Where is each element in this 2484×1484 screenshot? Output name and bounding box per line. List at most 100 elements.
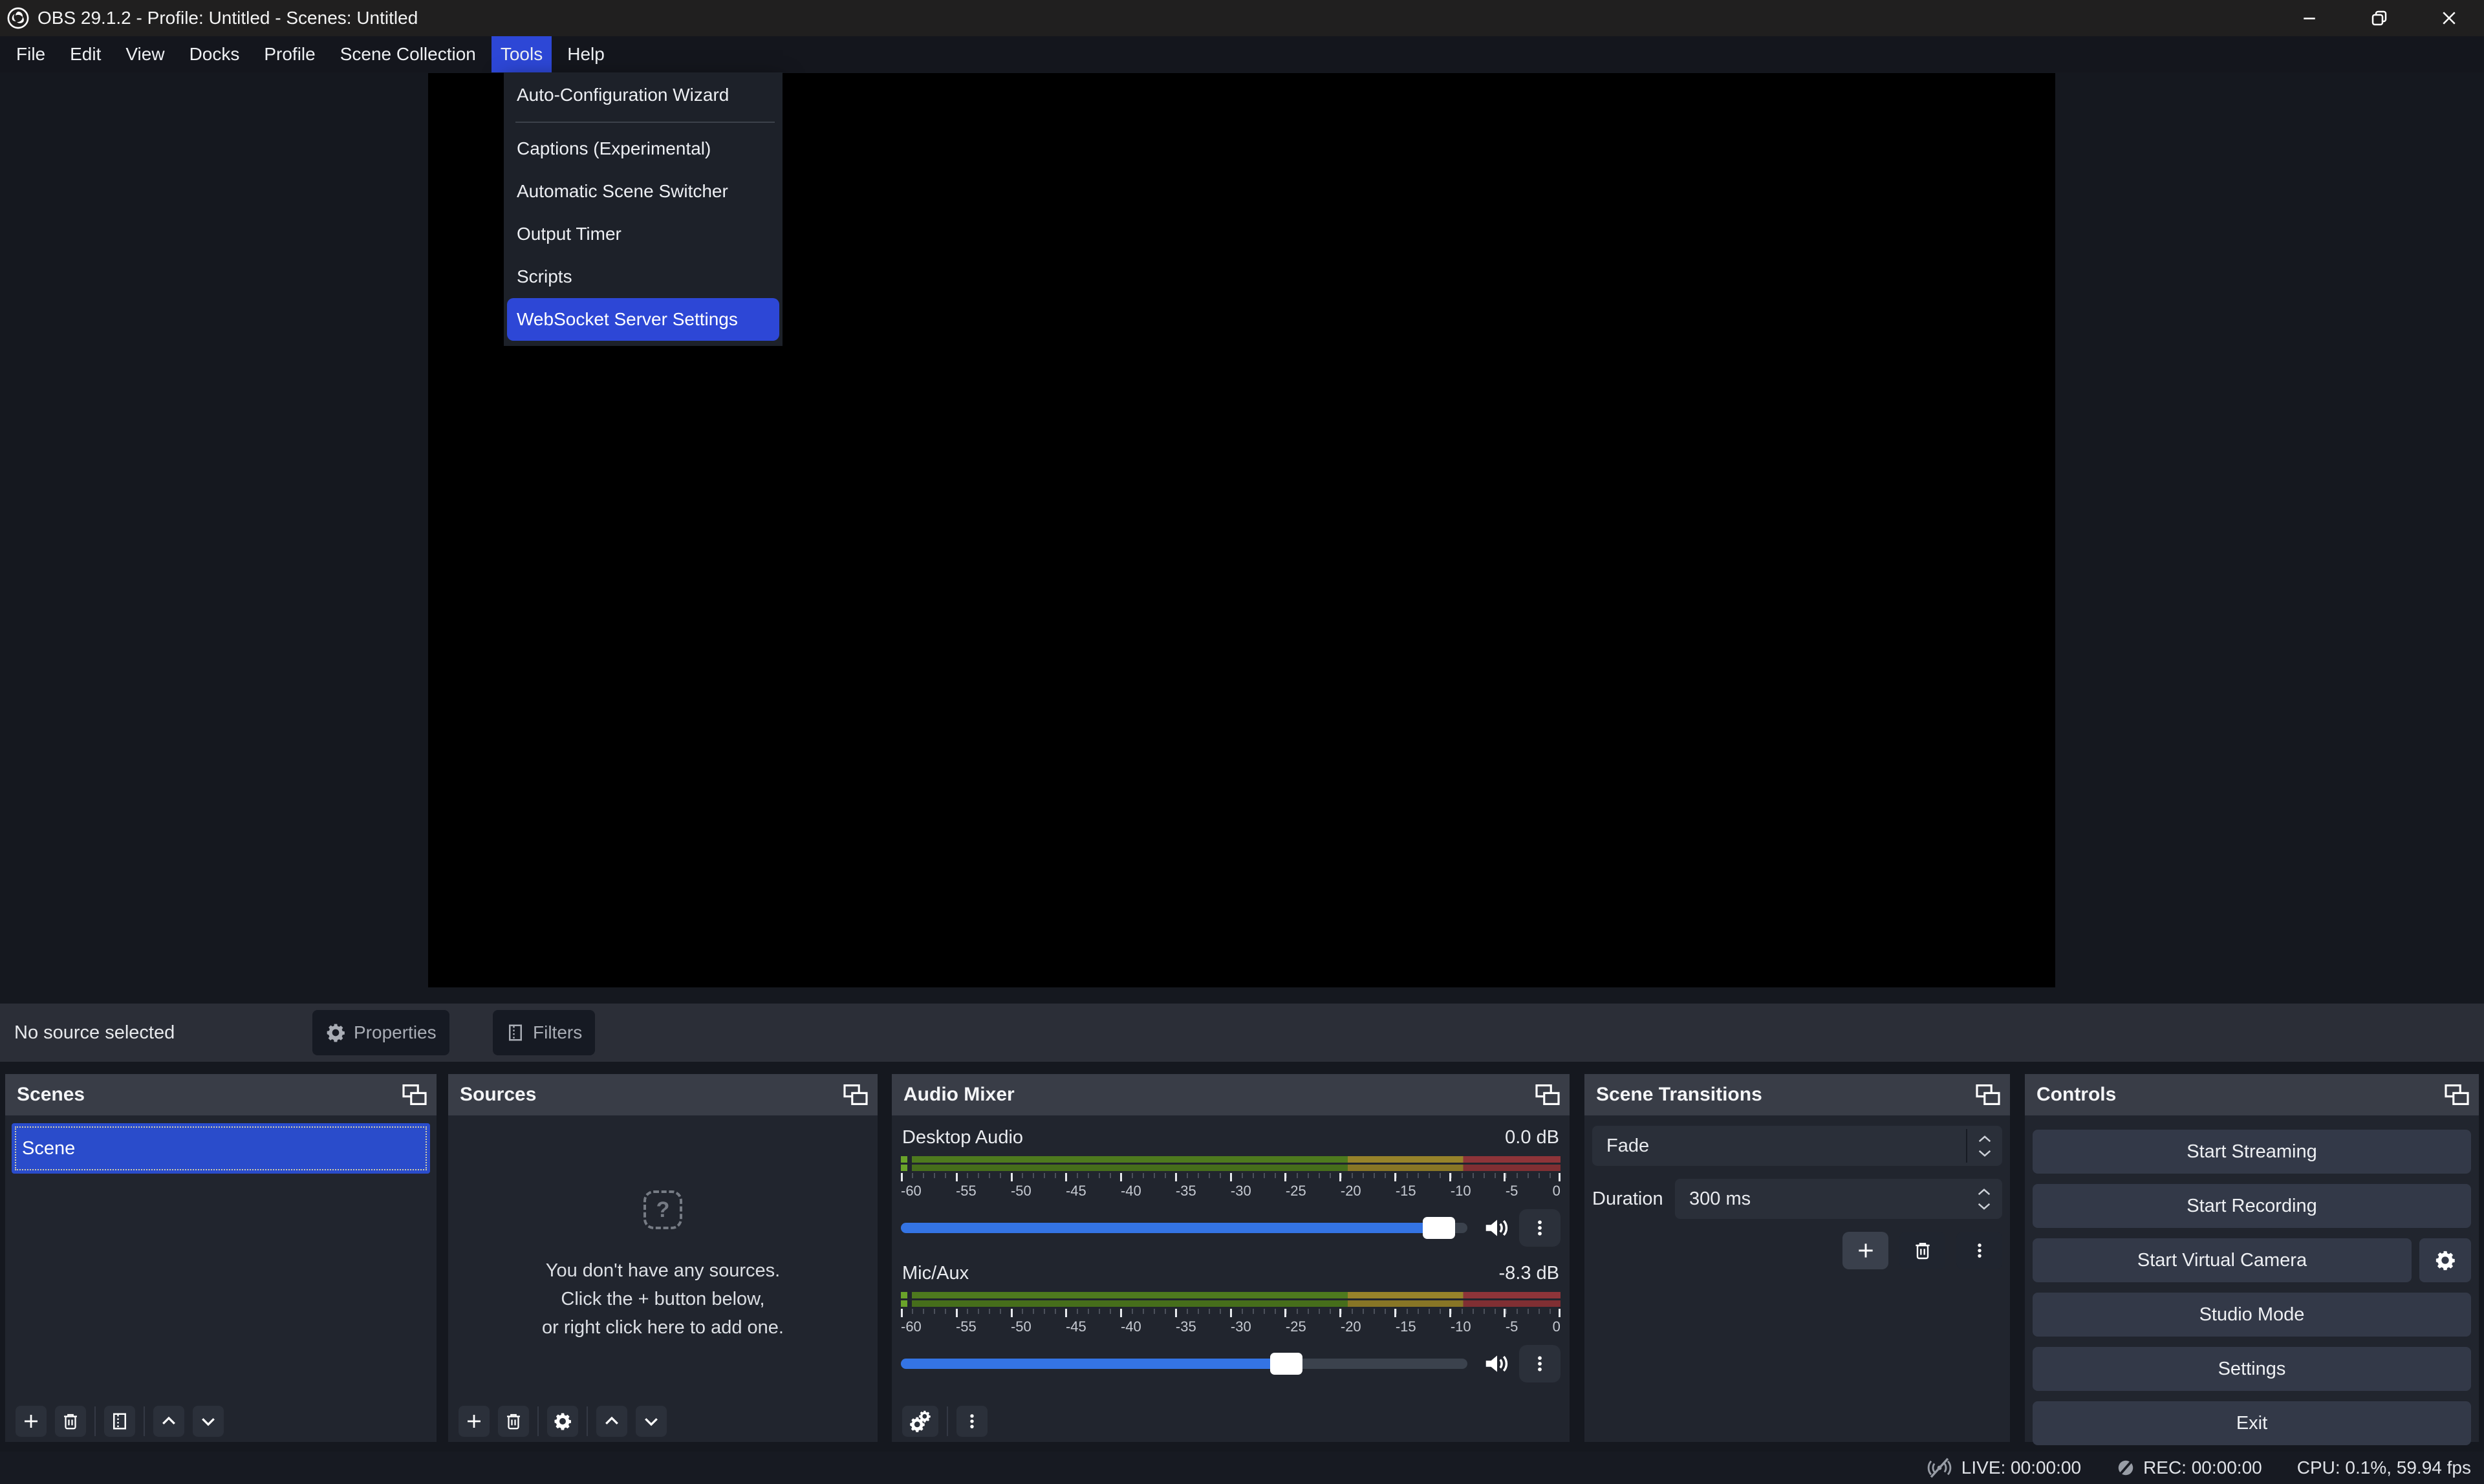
remove-source-button[interactable] — [498, 1406, 529, 1437]
scene-transitions-panel: Scene Transitions Fade Duration 300 ms — [1584, 1074, 2010, 1442]
menu-edit[interactable]: Edit — [61, 36, 110, 72]
channel-name: Mic/Aux — [902, 1263, 969, 1284]
exit-button[interactable]: Exit — [2033, 1401, 2471, 1445]
duration-spin-arrows[interactable] — [1976, 1179, 1992, 1219]
menu-view[interactable]: View — [116, 36, 173, 72]
gear-icon — [325, 1022, 346, 1043]
popout-icon[interactable] — [1975, 1084, 2001, 1106]
remove-scene-button[interactable] — [55, 1406, 86, 1437]
mixer-options-button[interactable] — [956, 1406, 988, 1437]
add-source-button[interactable] — [459, 1406, 490, 1437]
chevron-down-icon — [1976, 1202, 1992, 1210]
menu-profile[interactable]: Profile — [255, 36, 324, 72]
virtual-camera-settings-button[interactable] — [2419, 1238, 2471, 1282]
volume-meter — [901, 1165, 1561, 1171]
volume-meter — [901, 1156, 1561, 1163]
minimize-button[interactable] — [2274, 0, 2344, 36]
add-transition-button[interactable] — [1842, 1232, 1888, 1269]
settings-button[interactable]: Settings — [2033, 1347, 2471, 1391]
volume-slider-handle[interactable] — [901, 1223, 1439, 1233]
remove-transition-button[interactable] — [1899, 1232, 1945, 1269]
scene-transitions-title: Scene Transitions — [1596, 1084, 1762, 1106]
source-toolbar-row: No source selected Properties Filters — [0, 1004, 2484, 1062]
menu-help[interactable]: Help — [558, 36, 614, 72]
duration-spinbox[interactable]: 300 ms — [1675, 1179, 2002, 1219]
toolbar-separator — [947, 1406, 948, 1436]
tools-menu-item-auto-configuration-wizard[interactable]: Auto-Configuration Wizard — [504, 74, 783, 116]
speaker-icon[interactable] — [1483, 1216, 1511, 1240]
live-status: LIVE: 00:00:00 — [1925, 1457, 2081, 1479]
add-scene-button[interactable] — [16, 1406, 47, 1437]
move-source-up-button[interactable] — [596, 1406, 627, 1437]
properties-button[interactable]: Properties — [312, 1010, 449, 1055]
popout-icon[interactable] — [402, 1084, 427, 1106]
chevron-down-icon — [1977, 1149, 1993, 1157]
menu-tools[interactable]: Tools — [491, 36, 552, 72]
channel-name: Desktop Audio — [902, 1127, 1023, 1148]
sources-toolbar — [459, 1406, 667, 1437]
source-properties-button[interactable] — [547, 1406, 578, 1437]
controls-panel: Controls Start Streaming Start Recording… — [2025, 1074, 2479, 1442]
volume-slider[interactable] — [901, 1359, 1467, 1369]
chevron-up-icon — [1976, 1188, 1992, 1196]
mixer-channel-desktop-audio: Desktop Audio 0.0 dB -60-55-50-45-40-35-… — [901, 1127, 1561, 1247]
transition-select[interactable]: Fade — [1592, 1126, 2002, 1166]
record-off-icon — [2116, 1458, 2135, 1478]
transition-options-button[interactable] — [1956, 1232, 2002, 1269]
tools-menu-item-output-timer[interactable]: Output Timer — [504, 213, 783, 255]
start-virtual-camera-button[interactable]: Start Virtual Camera — [2033, 1238, 2412, 1282]
restore-button[interactable] — [2344, 0, 2414, 36]
popout-icon[interactable] — [1535, 1084, 1561, 1106]
speaker-icon[interactable] — [1483, 1351, 1511, 1376]
toolbar-separator — [144, 1406, 145, 1436]
start-recording-button[interactable]: Start Recording — [2033, 1184, 2471, 1228]
tools-menu-item-automatic-scene-switcher[interactable]: Automatic Scene Switcher — [504, 170, 783, 213]
volume-slider[interactable] — [901, 1223, 1467, 1233]
mixer-channel-mic-aux: Mic/Aux -8.3 dB -60-55-50-45-40-35-30-25… — [901, 1263, 1561, 1383]
popout-icon[interactable] — [843, 1084, 869, 1106]
filters-button[interactable]: Filters — [493, 1010, 595, 1055]
meter-tick-marks — [901, 1309, 1561, 1317]
menu-docks[interactable]: Docks — [180, 36, 249, 72]
volume-slider-handle[interactable] — [901, 1359, 1286, 1369]
sources-panel-title: Sources — [460, 1084, 536, 1106]
menu-bar: File Edit View Docks Profile Scene Colle… — [0, 36, 2484, 72]
menu-file[interactable]: File — [7, 36, 54, 72]
channel-options-button[interactable] — [1519, 1209, 1561, 1247]
toolbar-separator — [537, 1406, 539, 1436]
close-button[interactable] — [2414, 0, 2484, 36]
controls-header: Controls — [2025, 1074, 2479, 1115]
toolbar-separator — [587, 1406, 588, 1436]
title-bar: OBS 29.1.2 - Profile: Untitled - Scenes:… — [0, 0, 2484, 36]
advanced-audio-properties-button[interactable] — [902, 1406, 938, 1437]
controls-title: Controls — [2036, 1084, 2116, 1106]
sources-empty-line3: or right click here to add one. — [448, 1313, 878, 1342]
menu-scene-collection[interactable]: Scene Collection — [331, 36, 485, 72]
obs-logo-icon — [6, 6, 30, 30]
sources-list[interactable]: ? You don't have any sources. Click the … — [448, 1115, 878, 1442]
transition-select-arrows[interactable] — [1966, 1129, 2002, 1163]
scenes-panel-header: Scenes — [5, 1074, 437, 1115]
channel-options-button[interactable] — [1519, 1345, 1561, 1382]
scene-filters-button[interactable] — [104, 1406, 135, 1437]
menu-separator — [515, 122, 775, 123]
tools-dropdown-menu: Auto-Configuration Wizard Captions (Expe… — [504, 72, 783, 346]
studio-mode-button[interactable]: Studio Mode — [2033, 1293, 2471, 1337]
tools-menu-item-websocket-server-settings[interactable]: WebSocket Server Settings — [507, 298, 779, 341]
meter-tick-labels: -60-55-50-45-40-35-30-25-20-15-10-50 — [901, 1183, 1561, 1199]
start-streaming-button[interactable]: Start Streaming — [2033, 1130, 2471, 1174]
move-scene-down-button[interactable] — [193, 1406, 224, 1437]
tools-menu-item-scripts[interactable]: Scripts — [504, 255, 783, 298]
scenes-list: Scene — [5, 1115, 437, 1442]
status-bar: LIVE: 00:00:00 REC: 00:00:00 CPU: 0.1%, … — [0, 1452, 2484, 1484]
window-title: OBS 29.1.2 - Profile: Untitled - Scenes:… — [38, 8, 418, 28]
popout-icon[interactable] — [2444, 1084, 2470, 1106]
volume-meter — [901, 1292, 1561, 1298]
move-source-down-button[interactable] — [636, 1406, 667, 1437]
window-controls — [2274, 0, 2484, 36]
move-scene-up-button[interactable] — [153, 1406, 184, 1437]
scene-list-item[interactable]: Scene — [12, 1123, 430, 1174]
sources-empty-line2: Click the + button below, — [448, 1285, 878, 1313]
tools-menu-item-captions[interactable]: Captions (Experimental) — [504, 127, 783, 170]
transition-select-value: Fade — [1606, 1135, 1649, 1157]
